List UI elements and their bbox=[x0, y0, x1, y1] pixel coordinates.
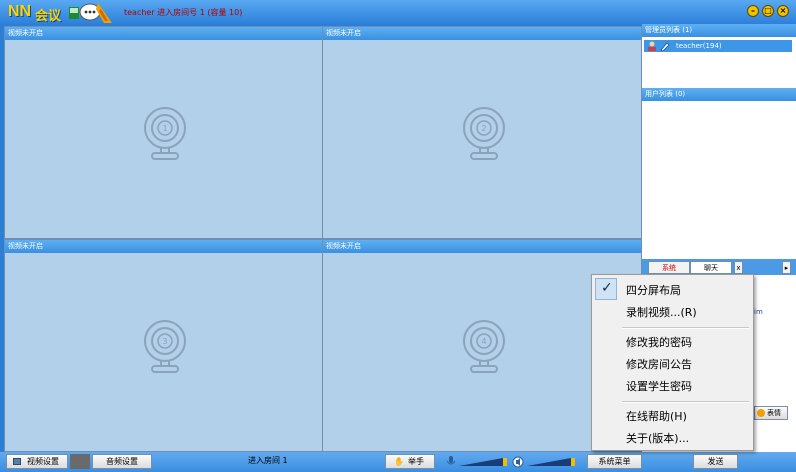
menu-separator bbox=[622, 401, 749, 403]
hand-icon: ✋ bbox=[394, 457, 404, 466]
admin-list-header: 管理员列表 (1) bbox=[642, 24, 796, 37]
speaker-icon[interactable] bbox=[512, 455, 524, 468]
chat-message-fragment: im bbox=[754, 308, 763, 316]
video-settings-button[interactable]: 视频设置 bbox=[6, 454, 68, 469]
emoji-button-label: 表情 bbox=[767, 409, 781, 417]
menu-item-about[interactable]: 关于(版本)... bbox=[626, 430, 689, 446]
menu-separator bbox=[622, 327, 749, 329]
system-menu-button[interactable]: 系统菜单 bbox=[587, 454, 642, 469]
menu-item-record-video[interactable]: 录制视频...(R) bbox=[626, 304, 697, 320]
edit-pen-icon bbox=[660, 42, 670, 51]
menu-item-change-password[interactable]: 修改我的密码 bbox=[626, 334, 692, 350]
webcam-icon: 4 bbox=[463, 320, 505, 373]
tab-chat[interactable]: 聊天 bbox=[690, 261, 732, 274]
color-swatch[interactable] bbox=[70, 454, 90, 469]
close-tab-button[interactable]: x bbox=[734, 261, 743, 274]
webcam-icon: 1 bbox=[144, 107, 186, 160]
video-number: 3 bbox=[162, 337, 167, 346]
audio-settings-button[interactable]: 音频设置 bbox=[92, 454, 152, 469]
title-bar: NN 会议 teacher 进入房间号 1 (容量 10) – □ × bbox=[0, 0, 796, 24]
video-settings-label: 视频设置 bbox=[27, 457, 59, 466]
expand-button[interactable]: ▸ bbox=[782, 261, 791, 274]
video-number: 1 bbox=[162, 124, 167, 133]
speaker-volume-slider[interactable] bbox=[527, 458, 577, 466]
chat-tabs-bar: 系统 聊天 x ▸ bbox=[642, 259, 796, 275]
video-panel-header: 视频未开启 bbox=[5, 27, 322, 40]
room-status-text: 进入房间 1 bbox=[248, 456, 288, 465]
microphone-icon[interactable] bbox=[445, 455, 457, 468]
video-panel-2[interactable]: 视频未开启 2 bbox=[322, 26, 642, 239]
menu-item-room-notice[interactable]: 修改房间公告 bbox=[626, 356, 692, 372]
raise-hand-button[interactable]: ✋ 举手 bbox=[385, 454, 435, 469]
admin-user-name: teacher(194) bbox=[676, 42, 722, 50]
app-logo-icon bbox=[69, 3, 112, 23]
app-logo-nn: NN bbox=[8, 3, 32, 20]
mic-volume-slider[interactable] bbox=[459, 458, 509, 466]
menu-item-quad-layout[interactable]: 四分屏布局 bbox=[626, 282, 681, 298]
room-info-text: teacher 进入房间号 1 (容量 10) bbox=[124, 8, 243, 17]
camera-icon bbox=[13, 458, 21, 465]
admin-user-row[interactable]: teacher(194) bbox=[644, 40, 792, 52]
webcam-icon: 2 bbox=[463, 107, 505, 160]
menu-item-student-password[interactable]: 设置学生密码 bbox=[626, 378, 692, 394]
video-panel-header: 视频未开启 bbox=[323, 27, 641, 40]
system-context-menu: ✓ 四分屏布局 录制视频...(R) 修改我的密码 修改房间公告 设置学生密码 … bbox=[591, 274, 754, 451]
video-number: 2 bbox=[481, 124, 486, 133]
webcam-icon: 3 bbox=[144, 320, 186, 373]
video-panel-header: 视频未开启 bbox=[5, 240, 322, 253]
minimize-button[interactable]: – bbox=[747, 5, 759, 17]
tab-system[interactable]: 系统 bbox=[648, 261, 690, 274]
video-number: 4 bbox=[481, 337, 486, 346]
menu-item-online-help[interactable]: 在线帮助(H) bbox=[626, 408, 687, 424]
send-button[interactable]: 发送 bbox=[693, 454, 738, 469]
video-panel-header: 视频未开启 bbox=[323, 240, 641, 253]
bottom-toolbar: 视频设置 音频设置 进入房间 1 ✋ 举手 系统菜单 发送 bbox=[0, 452, 796, 472]
maximize-button[interactable]: □ bbox=[762, 5, 774, 17]
smiley-icon bbox=[757, 409, 765, 417]
video-panel-1[interactable]: 视频未开启 1 bbox=[4, 26, 323, 239]
user-icon bbox=[648, 41, 656, 51]
emoji-button[interactable]: 表情 bbox=[754, 406, 788, 420]
checkmark-icon: ✓ bbox=[595, 278, 617, 300]
app-logo-meeting: 会议 bbox=[35, 9, 62, 24]
video-panel-3[interactable]: 视频未开启 3 bbox=[4, 239, 323, 452]
close-button[interactable]: × bbox=[777, 5, 789, 17]
user-list-header: 用户列表 (0) bbox=[642, 88, 796, 101]
raise-hand-label: 举手 bbox=[408, 457, 424, 466]
